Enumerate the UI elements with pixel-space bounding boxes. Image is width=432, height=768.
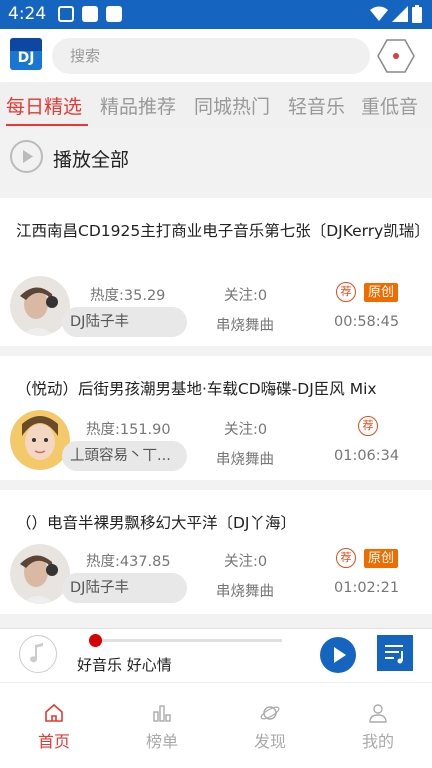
recommend-badge: 荐 xyxy=(336,548,356,568)
play-button[interactable] xyxy=(320,637,356,673)
nav-charts[interactable]: 榜单 xyxy=(108,683,216,768)
track-duration: 01:06:34 xyxy=(334,448,400,464)
progress-thumb[interactable] xyxy=(89,634,102,647)
category-tabs: 每日精选 精品推荐 同城热门 轻音乐 重低音 xyxy=(0,82,432,128)
nav-profile-label: 我的 xyxy=(361,732,394,751)
status-time: 4:24 xyxy=(8,4,47,24)
track-follow: 关注:0 xyxy=(224,554,268,570)
nav-discover-label: 发现 xyxy=(253,732,286,751)
artist-name-pill[interactable]: 丄頭容易丶丅... xyxy=(62,441,187,471)
user-icon xyxy=(369,704,387,723)
home-icon xyxy=(45,703,63,722)
artist-avatar xyxy=(10,276,70,336)
tab-daily-picks[interactable]: 每日精选 xyxy=(6,92,82,119)
search-input[interactable]: 搜索 xyxy=(52,38,370,74)
track-title: （）电音半裸男飘移幻大平洋〔DJ丫海〕 xyxy=(16,514,297,532)
progress-track[interactable] xyxy=(92,639,282,642)
play-all-row[interactable]: 播放全部 xyxy=(0,128,432,190)
tab-recommended[interactable]: 精品推荐 xyxy=(100,92,176,119)
track-duration: 00:58:45 xyxy=(334,314,400,330)
nav-home[interactable]: 首页 xyxy=(0,683,108,768)
track-genre: 串烧舞曲 xyxy=(216,452,274,468)
track-item[interactable]: （）电音半裸男飘移幻大平洋〔DJ丫海〕 热度:437.85 关注:0 荐 原创 … xyxy=(0,490,432,614)
nav-charts-label: 榜单 xyxy=(145,732,178,751)
track-title: （悦动）后街男孩潮男基地·车载CD嗨碟-DJ臣风 Mix xyxy=(16,380,377,398)
artist-name-pill[interactable]: DJ陆子丰 xyxy=(62,307,187,337)
signal-icon xyxy=(392,6,408,22)
nav-home-label: 首页 xyxy=(37,732,70,751)
playlist-button[interactable] xyxy=(377,635,413,671)
track-title: 江西南昌CD1925主打商业电子音乐第七张〔DJKerry凯瑞〕 xyxy=(16,222,430,240)
track-item[interactable]: （悦动）后街男孩潮男基地·车载CD嗨碟-DJ臣风 Mix 热度:151.90 关… xyxy=(0,356,432,480)
bottom-nav: 首页 榜单 发现 我的 xyxy=(0,682,432,768)
record-hexagon-icon[interactable] xyxy=(377,38,415,74)
tab-bass[interactable]: 重低音 xyxy=(361,92,418,119)
active-tab-indicator xyxy=(6,124,88,126)
play-all-label: 播放全部 xyxy=(53,149,130,171)
track-heat: 热度:437.85 xyxy=(86,554,171,570)
mini-player: 好音乐 好心情 xyxy=(0,628,432,682)
nav-discover[interactable]: 发现 xyxy=(216,683,324,768)
logo-text: DJ xyxy=(17,50,35,66)
tab-light-music[interactable]: 轻音乐 xyxy=(288,92,345,119)
notification-square-icon xyxy=(82,6,98,22)
status-bar: 4:24 xyxy=(0,0,432,29)
track-follow: 关注:0 xyxy=(224,288,268,304)
recommend-badge: 荐 xyxy=(336,282,356,302)
wifi-icon xyxy=(370,6,388,21)
track-item[interactable]: 江西南昌CD1925主打商业电子音乐第七张〔DJKerry凯瑞〕 热度:35.2… xyxy=(0,198,432,346)
image-notification-icon xyxy=(58,6,74,22)
artist-avatar xyxy=(10,544,70,604)
battery-icon xyxy=(412,5,422,23)
original-badge: 原创 xyxy=(364,549,399,568)
play-all-icon[interactable] xyxy=(10,140,43,173)
nav-profile[interactable]: 我的 xyxy=(324,683,432,768)
track-heat: 热度:151.90 xyxy=(86,422,171,438)
artist-avatar xyxy=(10,410,70,470)
track-duration: 01:02:21 xyxy=(334,580,400,596)
player-caption: 好音乐 好心情 xyxy=(77,656,172,674)
track-genre: 串烧舞曲 xyxy=(216,584,274,600)
original-badge: 原创 xyxy=(364,283,399,302)
recommend-badge: 荐 xyxy=(358,416,378,436)
track-genre: 串烧舞曲 xyxy=(216,318,274,334)
chart-icon xyxy=(153,705,171,722)
track-follow: 关注:0 xyxy=(224,422,268,438)
top-bar: DJ 搜索 xyxy=(0,29,432,82)
planet-icon xyxy=(260,706,280,720)
music-note-icon[interactable] xyxy=(19,635,57,673)
track-heat: 热度:35.29 xyxy=(90,288,166,304)
artist-name-pill[interactable]: DJ陆子丰 xyxy=(62,573,187,603)
status-indicators xyxy=(370,5,422,23)
notification-square-icon-2 xyxy=(106,6,122,22)
app-logo[interactable]: DJ xyxy=(10,38,42,70)
tab-local-hot[interactable]: 同城热门 xyxy=(194,92,270,119)
